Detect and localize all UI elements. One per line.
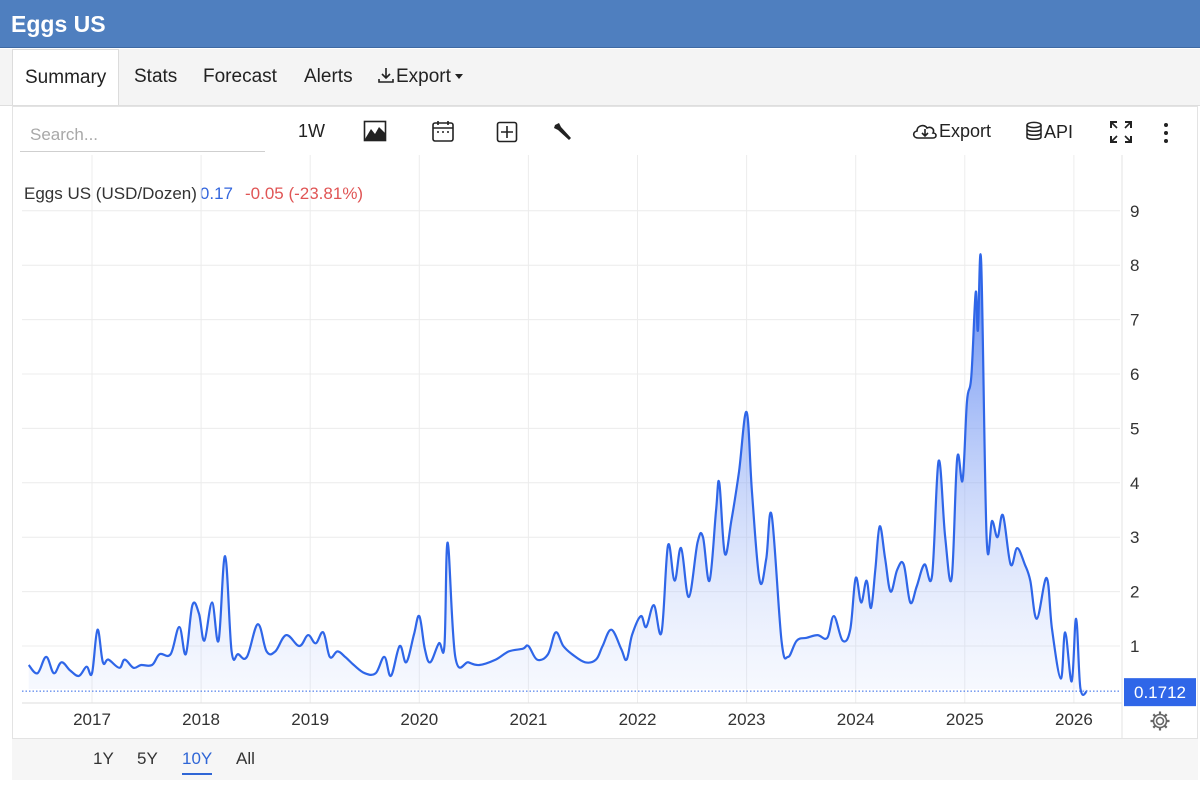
x-tick-label: 2024 (837, 710, 875, 729)
x-tick-label: 2018 (182, 710, 220, 729)
y-tick-label: 4 (1130, 474, 1139, 493)
y-tick-label: 5 (1130, 419, 1139, 438)
x-tick-label: 2020 (400, 710, 438, 729)
range-5y[interactable]: 5Y (137, 749, 158, 769)
range-selector: 1Y 5Y 10Y All (12, 738, 1198, 780)
range-1y[interactable]: 1Y (93, 749, 114, 769)
x-tick-label: 2023 (728, 710, 766, 729)
y-tick-label: 7 (1130, 311, 1139, 330)
y-tick-label: 6 (1130, 365, 1139, 384)
x-tick-label: 2022 (619, 710, 657, 729)
y-tick-label: 2 (1130, 583, 1139, 602)
y-tick-label: 9 (1130, 202, 1139, 221)
x-tick-label: 2026 (1055, 710, 1093, 729)
chart-svg[interactable]: 1 2 3 4 5 6 7 8 9 2017 2018 2019 2020 2021 2022 2023 20… (0, 0, 1200, 790)
x-tick-label: 2021 (509, 710, 547, 729)
y-tick-label: 3 (1130, 528, 1139, 547)
range-10y[interactable]: 10Y (182, 749, 213, 775)
x-tick-label: 2019 (291, 710, 329, 729)
y-tick-label: 1 (1130, 637, 1139, 656)
last-price-label: 0.1712 (1134, 683, 1186, 702)
y-tick-label: 8 (1130, 256, 1139, 275)
range-all[interactable]: All (236, 749, 255, 769)
x-tick-label: 2017 (73, 710, 111, 729)
gear-icon[interactable] (1149, 710, 1171, 732)
series-area-fill (28, 254, 1088, 695)
x-tick-label: 2025 (946, 710, 984, 729)
